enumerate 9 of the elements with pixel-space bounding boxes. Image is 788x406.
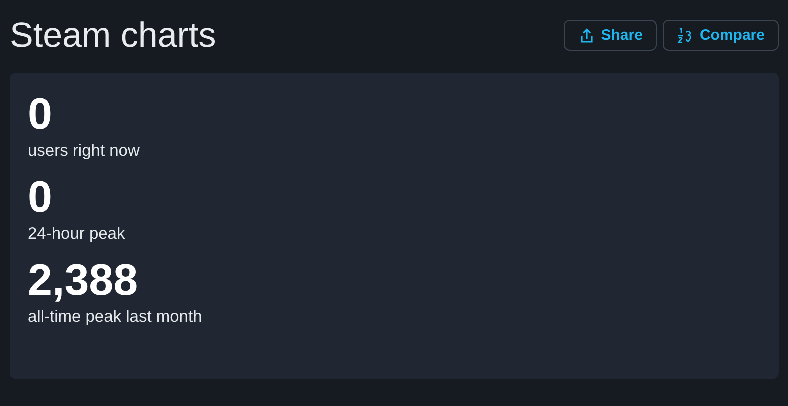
stat-value: 0 (28, 93, 54, 137)
page-title: Steam charts (10, 16, 216, 56)
stat-value: 0 (28, 176, 54, 220)
stat-label: all-time peak last month (28, 308, 204, 327)
share-button[interactable]: Share (564, 20, 657, 51)
stat-label: users right now (28, 142, 141, 161)
compare-button[interactable]: Compare (662, 20, 779, 51)
stat-value: 2,388 (28, 259, 140, 303)
stat-label: 24-hour peak (28, 225, 126, 244)
